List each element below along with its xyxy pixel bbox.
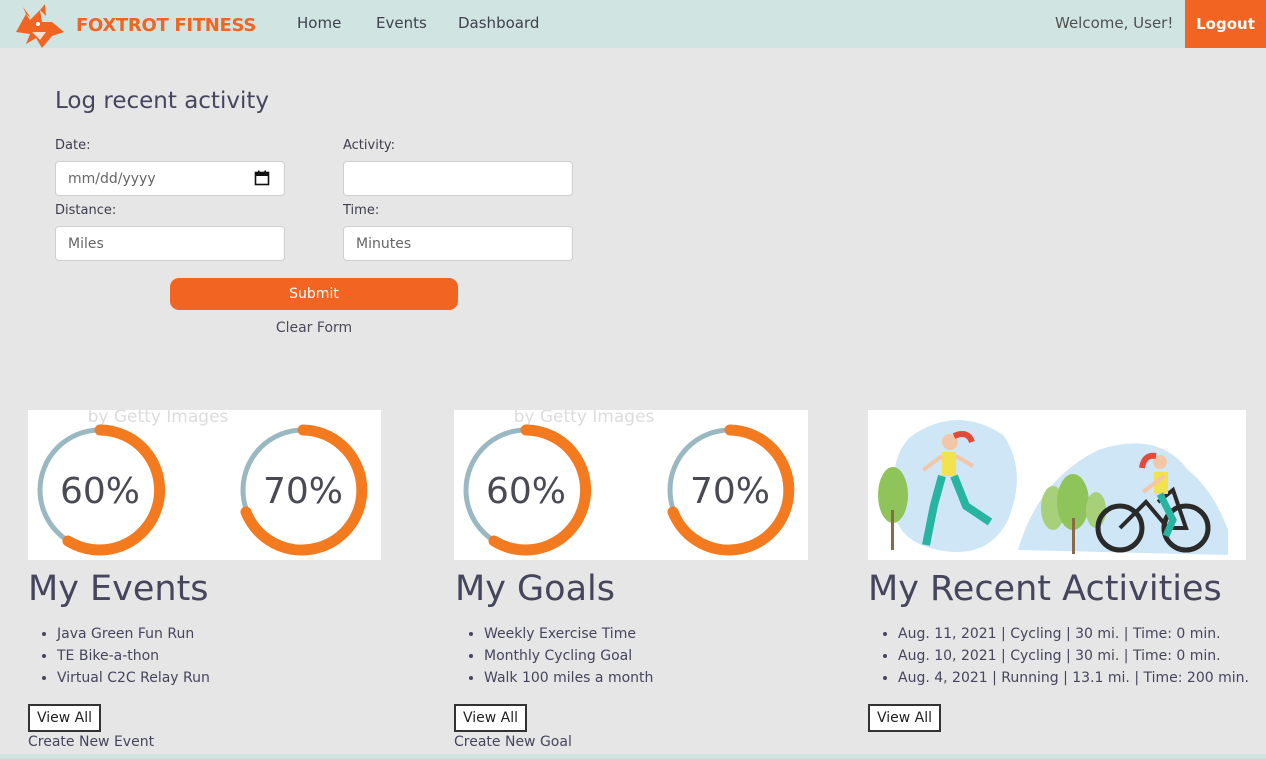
list-item: TE Bike-a-thon (57, 646, 210, 668)
calendar-icon[interactable] (254, 170, 270, 186)
activities-list: Aug. 11, 2021 | Cycling | 30 mi. | Time:… (869, 624, 1249, 690)
time-placeholder: Minutes (356, 235, 412, 252)
nav-events-link[interactable]: Events (376, 14, 427, 32)
fox-logo-icon (16, 4, 64, 48)
submit-button[interactable]: Submit (170, 278, 458, 310)
create-new-goal-link[interactable]: Create New Goal (454, 734, 572, 750)
brand-name: FOXTROT FITNESS (76, 14, 257, 36)
progress-gauges-image: by Getty Images 60% 70% (463, 410, 795, 556)
progress-gauges-image: by Getty Images 60% 70% (37, 410, 368, 556)
time-label: Time: (343, 203, 380, 218)
distance-label: Distance: (55, 203, 117, 218)
events-image: by Getty Images 60% 70% (28, 410, 381, 560)
runner-cyclist-illustration (878, 420, 1228, 555)
nav-home-link[interactable]: Home (297, 14, 341, 32)
my-events-title: My Events (28, 569, 209, 609)
date-input[interactable]: mm/dd/yyyy (55, 161, 285, 196)
activity-label: Activity: (343, 138, 396, 153)
welcome-text: Welcome, User! (1055, 14, 1174, 32)
list-item: Virtual C2C Relay Run (57, 668, 210, 690)
activities-image (868, 410, 1246, 560)
distance-placeholder: Miles (68, 235, 104, 252)
list-item: Weekly Exercise Time (484, 624, 653, 646)
time-input[interactable]: Minutes (343, 226, 573, 261)
list-item: Aug. 11, 2021 | Cycling | 30 mi. | Time:… (898, 624, 1249, 646)
goals-list: Weekly Exercise Time Monthly Cycling Goa… (455, 624, 653, 690)
list-item: Aug. 10, 2021 | Cycling | 30 mi. | Time:… (898, 646, 1249, 668)
goals-view-all-button[interactable]: View All (454, 704, 528, 732)
gauge-60-label: 60% (60, 471, 140, 512)
date-placeholder: mm/dd/yyyy (68, 170, 156, 187)
goals-image: by Getty Images 60% 70% (454, 410, 808, 560)
footer-strip (0, 754, 1266, 759)
brand[interactable]: FOXTROT FITNESS (12, 2, 256, 48)
nav-dashboard-link[interactable]: Dashboard (458, 14, 539, 32)
watermark-text: by Getty Images (88, 410, 229, 427)
events-view-all-button[interactable]: View All (28, 704, 102, 732)
create-new-event-link[interactable]: Create New Event (28, 734, 154, 750)
gauge-60-label: 60% (486, 471, 566, 512)
list-item: Walk 100 miles a month (484, 668, 653, 690)
logout-button[interactable]: Logout (1185, 0, 1266, 48)
distance-input[interactable]: Miles (55, 226, 285, 261)
activities-view-all-button[interactable]: View All (868, 704, 942, 732)
list-item: Java Green Fun Run (57, 624, 210, 646)
navbar: FOXTROT FITNESS Home Events Dashboard We… (0, 0, 1266, 48)
form-title: Log recent activity (55, 88, 269, 114)
date-label: Date: (55, 138, 91, 153)
activity-input[interactable] (343, 161, 573, 196)
clear-form-link[interactable]: Clear Form (214, 320, 414, 336)
my-recent-activities-title: My Recent Activities (868, 569, 1222, 609)
gauge-70-label: 70% (690, 471, 770, 512)
events-list: Java Green Fun Run TE Bike-a-thon Virtua… (28, 624, 210, 690)
gauge-70-label: 70% (263, 471, 343, 512)
watermark-text: by Getty Images (514, 410, 655, 427)
list-item: Aug. 4, 2021 | Running | 13.1 mi. | Time… (898, 668, 1249, 690)
my-goals-title: My Goals (455, 569, 615, 609)
list-item: Monthly Cycling Goal (484, 646, 653, 668)
